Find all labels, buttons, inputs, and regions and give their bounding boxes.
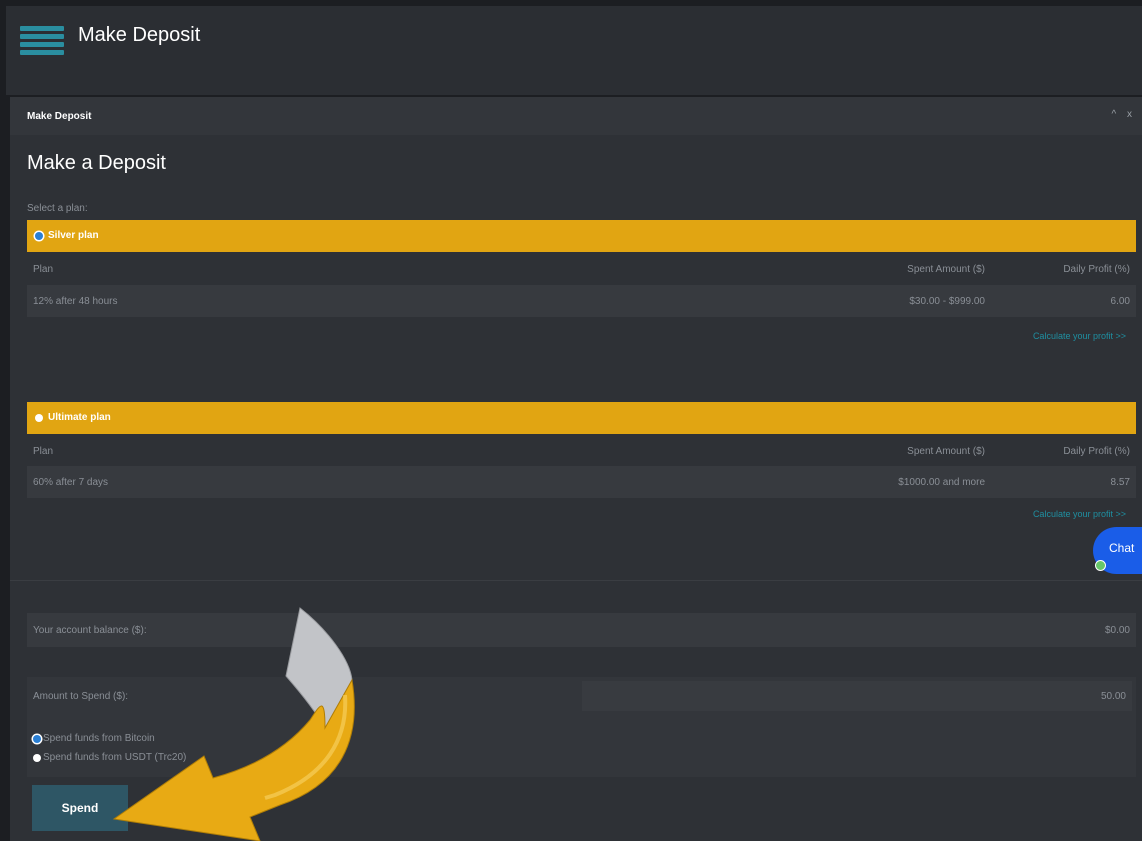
plan-table-header: Plan Spent Amount ($) Daily Profit (%) <box>27 253 1136 285</box>
balance-label: Your account balance ($): <box>33 625 147 636</box>
page-title: Make Deposit <box>78 24 201 46</box>
amount-section: Amount to Spend ($): 50.00 Spend funds f… <box>27 677 1136 777</box>
bitcoin-radio[interactable] <box>33 734 41 743</box>
source-label: Spend funds from Bitcoin <box>43 733 155 744</box>
panel-header: Make Deposit ^ x <box>10 97 1142 135</box>
source-option-usdt[interactable]: Spend funds from USDT (Trc20) <box>33 752 186 763</box>
silver-plan-radio[interactable] <box>35 232 43 240</box>
plan-name: Silver plan <box>48 230 99 241</box>
table-row: 60% after 7 days $1000.00 and more 8.57 <box>27 466 1136 498</box>
plan-option-silver[interactable]: Silver plan <box>27 220 1136 252</box>
section-divider <box>10 580 1142 581</box>
amount-value: 50.00 <box>1100 691 1126 702</box>
calculate-profit-link[interactable]: Calculate your profit >> <box>1033 331 1126 341</box>
column-header-plan: Plan <box>33 264 54 275</box>
source-option-bitcoin[interactable]: Spend funds from Bitcoin <box>33 733 155 744</box>
top-bar: Make Deposit <box>6 6 1142 95</box>
plan-description: 12% after 48 hours <box>33 296 118 307</box>
usdt-radio[interactable] <box>33 753 41 762</box>
plan-amount-range: $1000.00 and more <box>898 477 985 488</box>
deposit-heading: Make a Deposit <box>27 152 166 174</box>
menu-icon[interactable] <box>20 26 64 62</box>
account-balance-row: Your account balance ($): $0.00 <box>27 613 1136 647</box>
chat-label: Chat <box>1109 541 1135 555</box>
amount-input[interactable]: 50.00 <box>582 681 1132 711</box>
amount-label: Amount to Spend ($): <box>33 691 129 702</box>
select-plan-label: Select a plan: <box>27 203 88 214</box>
close-icon[interactable]: x <box>1127 109 1136 120</box>
calculate-profit-link[interactable]: Calculate your profit >> <box>1033 509 1126 519</box>
column-header-profit: Daily Profit (%) <box>1063 446 1130 457</box>
plan-name: Ultimate plan <box>48 412 111 423</box>
column-header-amount: Spent Amount ($) <box>907 446 985 457</box>
plan-amount-range: $30.00 - $999.00 <box>909 296 985 307</box>
source-label: Spend funds from USDT (Trc20) <box>43 752 187 763</box>
plan-option-ultimate[interactable]: Ultimate plan <box>27 402 1136 434</box>
column-header-profit: Daily Profit (%) <box>1063 264 1130 275</box>
online-status-icon <box>1095 560 1106 571</box>
deposit-panel: Make Deposit ^ x Make a Deposit Select a… <box>10 97 1142 841</box>
panel-tools: ^ x <box>1112 109 1136 120</box>
ultimate-plan-radio[interactable] <box>35 414 43 422</box>
plan-daily-profit: 6.00 <box>1110 296 1130 307</box>
plan-description: 60% after 7 days <box>33 477 109 488</box>
panel-header-label: Make Deposit <box>27 111 92 122</box>
chat-widget-button[interactable]: Chat <box>1093 527 1142 574</box>
spend-button[interactable]: Spend <box>32 785 128 831</box>
collapse-icon[interactable]: ^ <box>1112 109 1121 120</box>
balance-value: $0.00 <box>1104 625 1130 636</box>
plan-table-header: Plan Spent Amount ($) Daily Profit (%) <box>27 435 1136 467</box>
table-row: 12% after 48 hours $30.00 - $999.00 6.00 <box>27 285 1136 317</box>
column-header-amount: Spent Amount ($) <box>907 264 985 275</box>
plan-daily-profit: 8.57 <box>1110 477 1130 488</box>
column-header-plan: Plan <box>33 446 54 457</box>
